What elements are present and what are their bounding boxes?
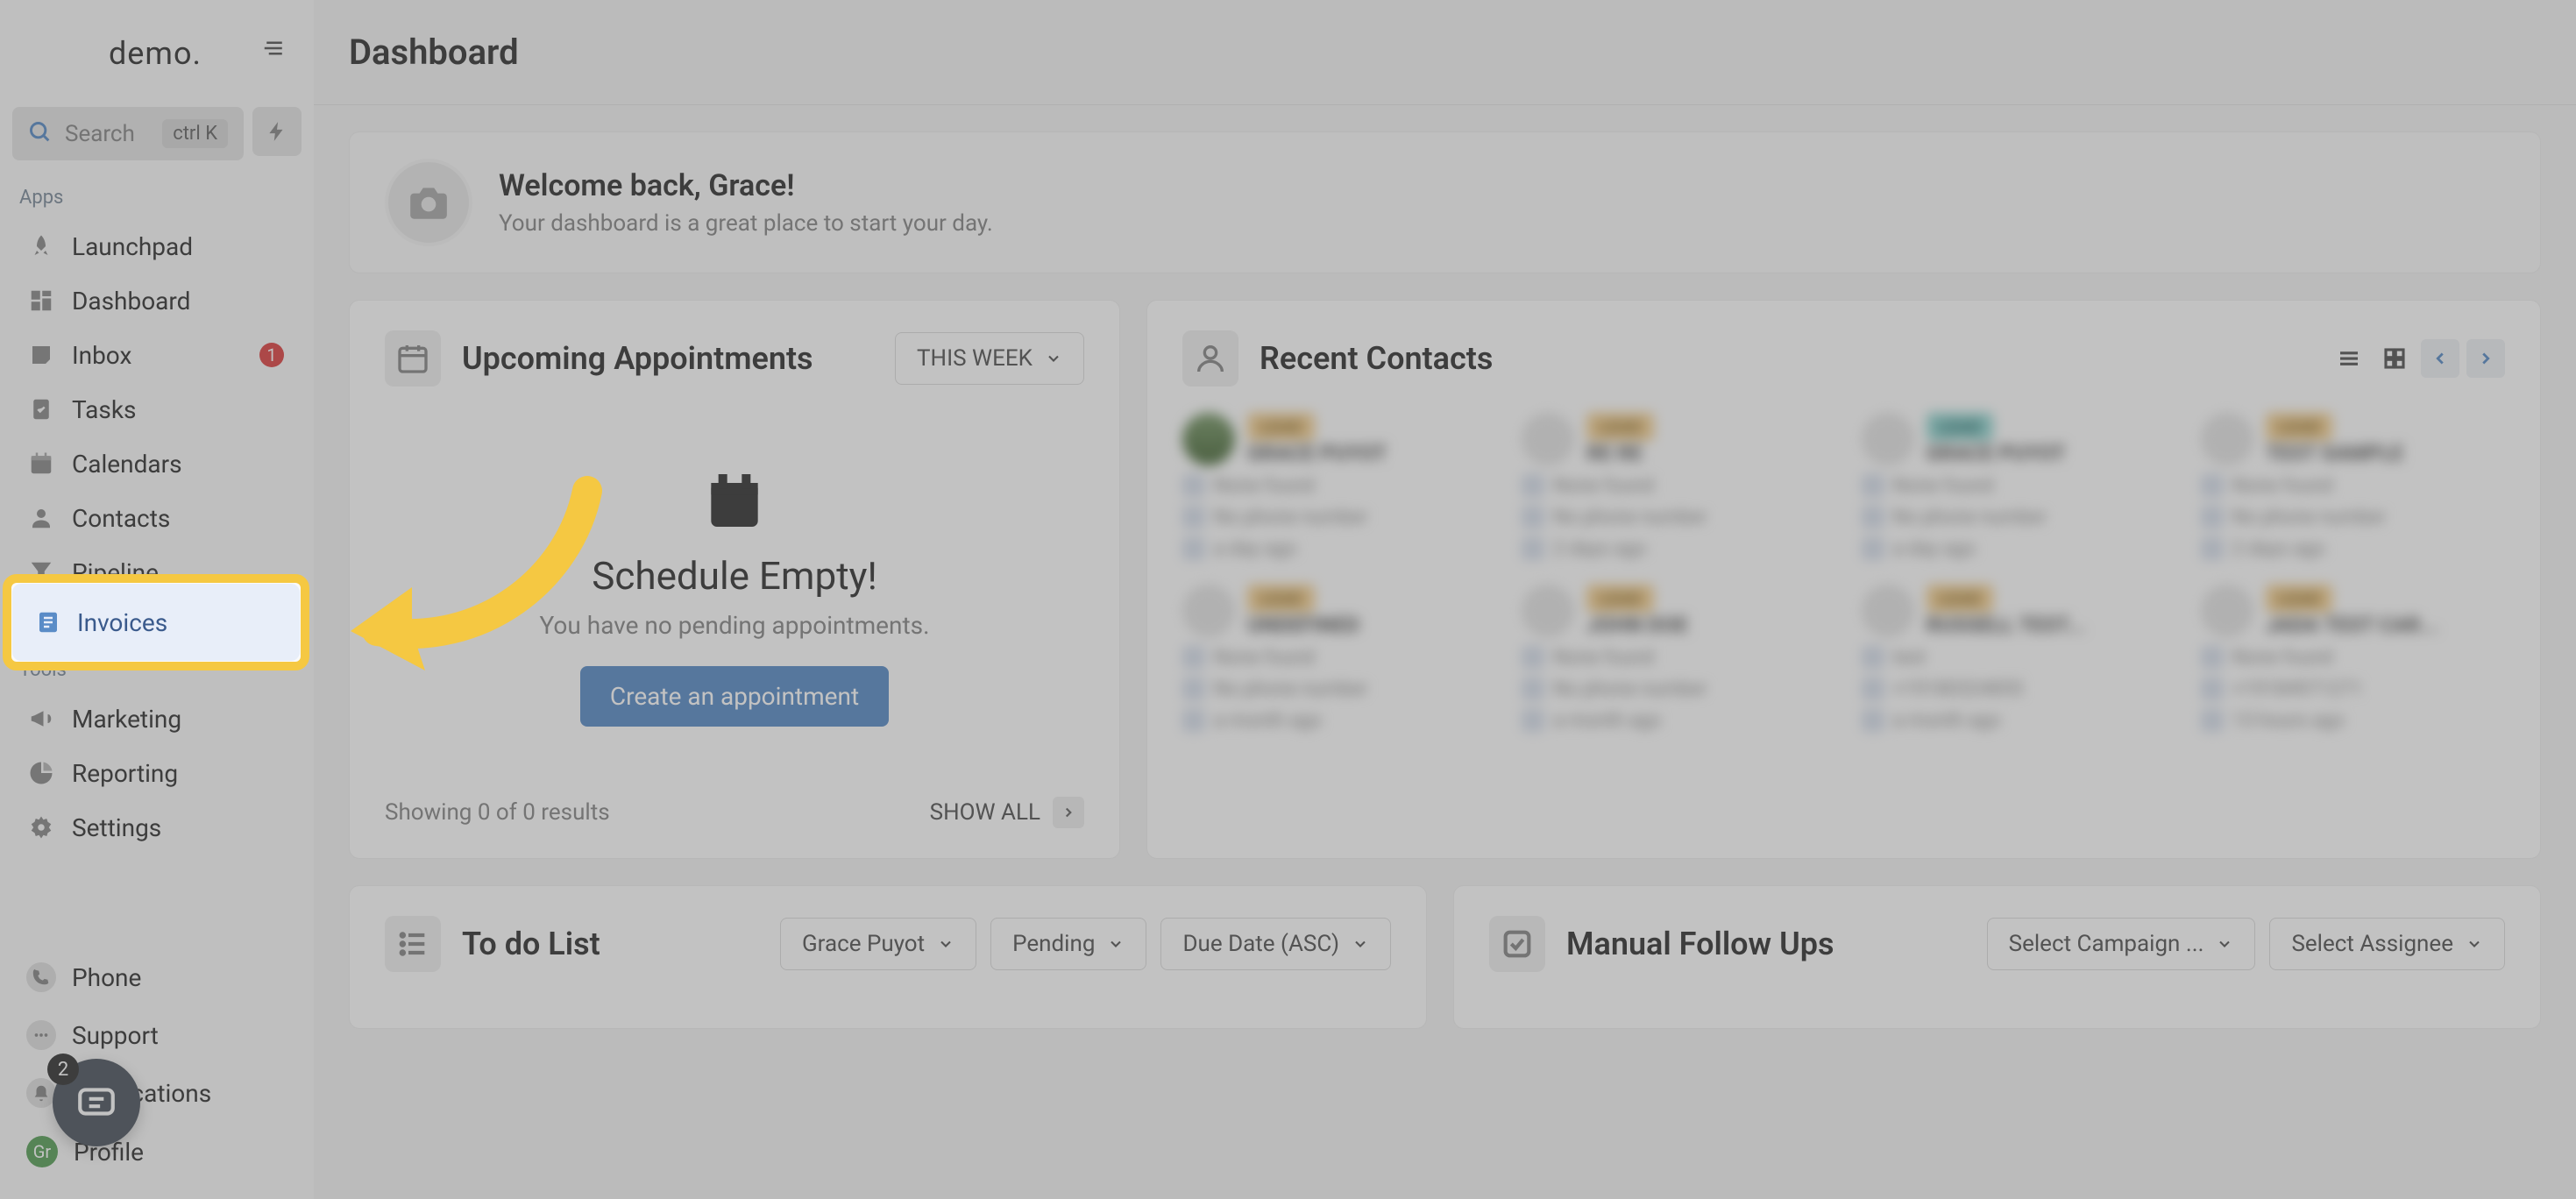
todo-title: To do List (462, 926, 600, 962)
page-title: Dashboard (349, 32, 2541, 73)
chevron-down-icon (1045, 350, 1062, 367)
contact-card[interactable]: LEADTEST SAMPLE None found No phone numb… (2201, 413, 2505, 560)
chat-icon (75, 1081, 118, 1125)
sidebar-item-calendars[interactable]: Calendars (12, 436, 302, 491)
inbox-icon (26, 340, 56, 370)
bell-icon (26, 1078, 56, 1108)
contact-card[interactable]: LEADGRACE PUYOT None found No phone numb… (1182, 413, 1487, 560)
avatar: Gr (26, 1136, 58, 1167)
empty-title: Schedule Empty! (592, 553, 877, 599)
calendar-empty-icon (699, 465, 770, 536)
chevron-down-icon (1352, 935, 1369, 953)
contacts-icon (26, 503, 56, 533)
welcome-title: Welcome back, Grace! (499, 168, 993, 203)
appointments-filter-dropdown[interactable]: THIS WEEK (895, 332, 1084, 385)
menu-icon (261, 35, 287, 61)
followups-campaign-filter[interactable]: Select Campaign ... (1987, 918, 2256, 970)
chevron-down-icon (937, 935, 954, 953)
chevron-right-icon (1053, 797, 1084, 828)
rocket-icon (26, 231, 56, 261)
sidebar-item-profile[interactable]: Gr Profile (12, 1122, 302, 1181)
bolt-icon (266, 120, 288, 143)
search-label: Search (65, 121, 150, 147)
create-appointment-button[interactable]: Create an appointment (580, 666, 889, 727)
welcome-avatar[interactable] (385, 159, 472, 246)
sidebar-item-dashboard[interactable]: Dashboard (12, 273, 302, 328)
contact-grid: LEADGRACE PUYOT None found No phone numb… (1182, 413, 2505, 732)
calendar-icon (26, 449, 56, 479)
search-shortcut: ctrl K (162, 119, 228, 148)
sidebar-item-launchpad[interactable]: Launchpad (12, 219, 302, 273)
todo-status-filter[interactable]: Pending (990, 918, 1146, 970)
logo: demo. (12, 18, 302, 107)
sidebar-item-contacts[interactable]: Contacts (12, 491, 302, 545)
contact-card[interactable]: LEADRUSSELL TEST... test +19180324855 a … (1862, 585, 2166, 732)
appointments-title: Upcoming Appointments (462, 340, 813, 377)
contact-card[interactable]: LEADRE RE None found No phone number 2 d… (1522, 413, 1826, 560)
chart-icon (26, 758, 56, 788)
menu-toggle-button[interactable] (261, 35, 296, 70)
main-content: Dashboard Welcome back, Grace! Your dash… (314, 0, 2576, 1199)
search-icon (28, 120, 53, 148)
todo-card: To do List Grace Puyot Pending Due Date … (349, 885, 1427, 1029)
chevron-down-icon (2216, 935, 2233, 953)
support-icon (26, 1020, 56, 1050)
search-button[interactable]: Search ctrl K (12, 107, 244, 160)
appointments-card: Upcoming Appointments THIS WEEK Schedule… (349, 300, 1120, 859)
chevron-down-icon (2466, 935, 2483, 953)
contacts-card: Recent Contacts LEADGRACE PUYOT None fou… (1146, 300, 2541, 859)
results-count: Showing 0 of 0 results (385, 799, 610, 826)
tasks-icon (26, 394, 56, 424)
sidebar-item-marketing[interactable]: Marketing (12, 692, 302, 746)
list-icon (385, 916, 441, 972)
chat-badge: 2 (47, 1054, 79, 1085)
sidebar-item-reporting[interactable]: Reporting (12, 746, 302, 800)
quick-action-button[interactable] (252, 107, 302, 156)
page-header: Dashboard (314, 0, 2576, 105)
camera-icon (407, 181, 451, 224)
chat-widget-button[interactable]: 2 (53, 1059, 140, 1146)
inbox-badge: 1 (259, 343, 284, 367)
welcome-subtitle: Your dashboard is a great place to start… (499, 210, 993, 237)
followups-card: Manual Follow Ups Select Campaign ... Se… (1453, 885, 2541, 1029)
list-view-button[interactable] (2330, 339, 2368, 378)
gear-icon (26, 812, 56, 842)
chevron-down-icon (1107, 935, 1125, 953)
grid-view-button[interactable] (2375, 339, 2414, 378)
empty-subtitle: You have no pending appointments. (540, 611, 930, 640)
contact-card[interactable]: LEADUNDEFINED None found No phone number… (1182, 585, 1487, 732)
todo-sort-filter[interactable]: Due Date (ASC) (1160, 918, 1391, 970)
megaphone-icon (26, 704, 56, 734)
followups-title: Manual Follow Ups (1566, 926, 1834, 962)
todo-user-filter[interactable]: Grace Puyot (780, 918, 976, 970)
sidebar-item-tasks[interactable]: Tasks (12, 382, 302, 436)
next-page-button[interactable] (2466, 339, 2505, 378)
phone-icon (26, 962, 56, 992)
followups-assignee-filter[interactable]: Select Assignee (2269, 918, 2505, 970)
sidebar-item-inbox[interactable]: Inbox 1 (12, 328, 302, 382)
contact-card[interactable]: LEADJOHN DOE None found No phone number … (1522, 585, 1826, 732)
show-all-button[interactable]: SHOW ALL (930, 797, 1084, 828)
contact-card[interactable]: LEADJADA TEST CAR... None found +1918497… (2201, 585, 2505, 732)
sidebar-item-settings[interactable]: Settings (12, 800, 302, 855)
welcome-card: Welcome back, Grace! Your dashboard is a… (349, 131, 2541, 273)
contact-card[interactable]: LEADGRACE PUYOT None found No phone numb… (1862, 413, 2166, 560)
sidebar-item-phone[interactable]: Phone (12, 948, 302, 1006)
dashboard-icon (26, 286, 56, 316)
highlight-punch: Invoices (7, 578, 305, 666)
contacts-title: Recent Contacts (1260, 340, 1493, 377)
prev-page-button[interactable] (2421, 339, 2459, 378)
checklist-icon (1489, 916, 1545, 972)
calendar-icon (385, 330, 441, 387)
user-icon (1182, 330, 1238, 387)
section-apps: Apps (12, 187, 302, 219)
